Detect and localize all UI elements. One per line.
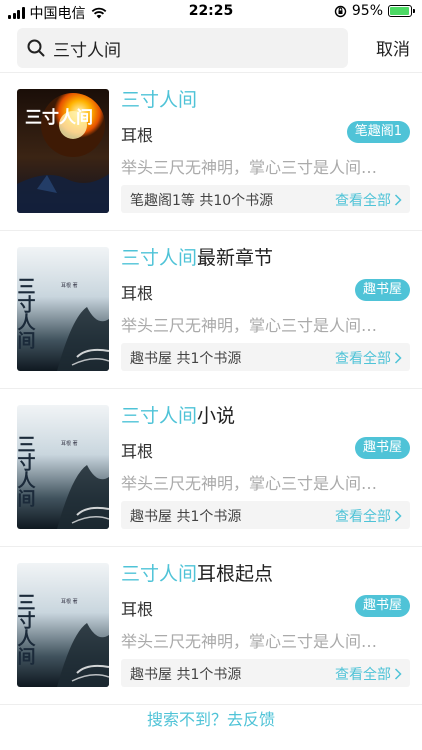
source-count: 趣书屋 共1个书源 [130,667,242,683]
title-rest: 最新章节 [197,247,274,269]
list-item[interactable]: 三寸人间 三寸人间 耳根 笔趣阁1 举头三尺无神明，掌心三寸是人间… 笔趣阁1等… [0,73,422,231]
cancel-button[interactable]: 取消 [376,35,410,60]
search-results-list: 三寸人间 三寸人间 耳根 笔趣阁1 举头三尺无神明，掌心三寸是人间… 笔趣阁1等… [0,73,422,705]
source-count: 趣书屋 共1个书源 [130,351,242,367]
title-keyword: 三寸人间 [121,563,198,585]
chevron-right-icon [394,510,402,522]
book-author: 耳根 [121,600,154,619]
search-input[interactable] [53,38,323,58]
source-badge: 趣书屋 [354,437,410,459]
list-item[interactable]: 三寸人间 耳根 著 三寸人间小说 耳根 趣书屋 举头三尺无神明，掌心三寸是人间…… [0,389,422,547]
book-cover-art: 三寸人间 耳根 著 [17,405,109,529]
view-all-label: 查看全部 [335,667,391,683]
status-right: 95% [334,3,415,19]
book-cover[interactable]: 三寸人间 [17,89,109,213]
title-keyword: 三寸人间 [121,89,198,111]
source-badge: 笔趣阁1 [346,121,410,143]
book-title[interactable]: 三寸人间 [121,88,197,112]
chevron-right-icon [394,194,402,206]
source-badge: 趣书屋 [354,595,410,617]
book-cover[interactable]: 三寸人间 耳根 著 [17,405,109,529]
view-all-button[interactable]: 查看全部 [335,348,402,368]
cover-title-3: 三寸人间 [17,435,36,507]
book-title[interactable]: 三寸人间小说 [121,404,235,428]
view-all-button[interactable]: 查看全部 [335,190,402,210]
battery-icon [388,5,415,17]
source-bar[interactable]: 趣书屋 共1个书源 查看全部 [121,343,410,371]
cover-author-3: 耳根 著 [61,440,78,447]
book-cover-art: 三寸人间 耳根 著 [17,563,109,687]
status-bar: 中国电信 22:25 95% [0,0,422,24]
chevron-right-icon [394,668,402,680]
book-title[interactable]: 三寸人间最新章节 [121,246,273,270]
book-cover[interactable]: 三寸人间 耳根 著 [17,563,109,687]
book-title[interactable]: 三寸人间耳根起点 [121,562,273,586]
book-author: 耳根 [121,126,154,145]
source-count: 笔趣阁1等 共10个书源 [130,193,274,209]
book-author: 耳根 [121,284,154,303]
cover-title-4: 三寸人间 [17,593,36,665]
battery-fill [390,7,409,15]
view-all-label: 查看全部 [335,509,391,525]
book-cover-art: 三寸人间 [17,89,109,213]
book-description: 举头三尺无神明，掌心三寸是人间… [121,474,378,493]
source-bar[interactable]: 趣书屋 共1个书源 查看全部 [121,659,410,687]
view-all-button[interactable]: 查看全部 [335,506,402,526]
source-bar[interactable]: 笔趣阁1等 共10个书源 查看全部 [121,185,410,213]
view-all-label: 查看全部 [335,193,391,209]
title-rest: 耳根起点 [197,563,274,585]
book-author: 耳根 [121,442,154,461]
chevron-right-icon [394,352,402,364]
orientation-lock-icon [334,5,347,17]
search-icon [27,39,45,57]
book-cover[interactable]: 三寸人间 耳根 著 [17,247,109,371]
title-rest: 小说 [197,405,236,427]
cover-author-4: 耳根 著 [61,598,78,605]
source-bar[interactable]: 趣书屋 共1个书源 查看全部 [121,501,410,529]
title-keyword: 三寸人间 [121,405,198,427]
cover-title-2: 三寸人间 [17,277,36,349]
feedback-link[interactable]: 搜索不到？去反馈 [0,706,422,730]
source-count: 趣书屋 共1个书源 [130,509,242,525]
search-header: 取消 [0,24,422,72]
title-keyword: 三寸人间 [121,247,198,269]
source-badge: 趣书屋 [354,279,410,301]
book-description: 举头三尺无神明，掌心三寸是人间… [121,632,378,651]
book-description: 举头三尺无神明，掌心三寸是人间… [121,316,378,335]
cover-author-2: 耳根 著 [61,282,78,289]
view-all-label: 查看全部 [335,351,391,367]
view-all-button[interactable]: 查看全部 [335,664,402,684]
cover-title-1: 三寸人间 [25,107,93,128]
book-description: 举头三尺无神明，掌心三寸是人间… [121,158,378,177]
book-cover-art: 三寸人间 耳根 著 [17,247,109,371]
search-box[interactable] [17,28,348,68]
list-item[interactable]: 三寸人间 耳根 著 三寸人间最新章节 耳根 趣书屋 举头三尺无神明，掌心三寸是人… [0,231,422,389]
list-item[interactable]: 三寸人间 耳根 著 三寸人间耳根起点 耳根 趣书屋 举头三尺无神明，掌心三寸是人… [0,547,422,705]
battery-percent: 95% [351,3,383,19]
